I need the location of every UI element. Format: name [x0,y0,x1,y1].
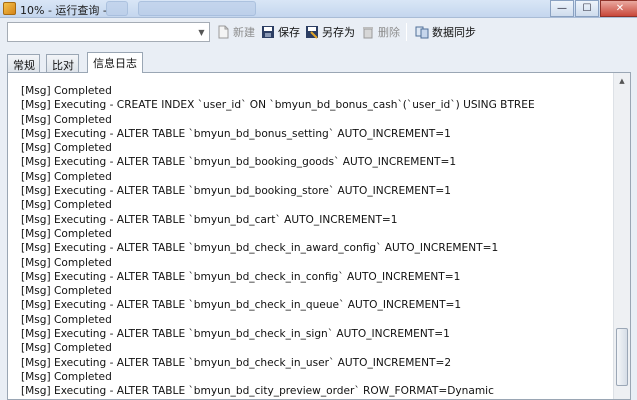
log-line: [Msg] Executing - ALTER TABLE `bmyun_bd_… [21,185,452,198]
save-as-button-label: 另存为 [322,26,355,39]
log-line: [Msg] Completed [21,256,112,269]
log-line: [Msg] Completed [21,370,112,383]
delete-button[interactable]: 删除 [361,23,400,41]
log-line: [Msg] Completed [21,170,112,183]
log-line: [Msg] Completed [21,285,112,298]
log-line: [Msg] Completed [21,199,112,212]
tab-info-log[interactable]: 信息日志 [87,52,143,73]
scroll-up-icon[interactable]: ▲ [614,73,630,89]
chevron-down-icon[interactable]: ▼ [194,23,209,41]
minimize-button[interactable]: — [550,0,574,17]
save-button[interactable]: 保存 [261,23,300,41]
save-button-label: 保存 [278,26,300,39]
maximize-icon: ☐ [582,2,592,14]
tab-compare[interactable]: 比对 [46,54,79,72]
log-line: [Msg] Executing - ALTER TABLE `bmyun_bd_… [21,213,398,226]
data-sync-icon [415,25,429,39]
log-line: [Msg] Executing - ALTER TABLE `bmyun_bd_… [21,299,462,312]
new-file-icon [216,25,230,39]
close-icon: ✕ [615,2,625,14]
save-icon [261,25,275,39]
query-select-combo[interactable]: ▼ [7,22,210,42]
info-log-panel: [Msg] Completed [Msg] Executing - CREATE … [7,72,631,400]
log-line: [Msg] Executing - ALTER TABLE `bmyun_bd_… [21,242,499,255]
title-bar: 10% - 运行查询 - — ☐ ✕ [0,0,637,18]
delete-icon [361,25,375,39]
close-button[interactable]: ✕ [600,0,637,17]
vertical-scrollbar[interactable]: ▲ [613,73,630,399]
maximize-button[interactable]: ☐ [575,0,599,17]
log-line: [Msg] Completed [21,313,112,326]
log-line: [Msg] Completed [21,227,112,240]
log-line: [Msg] Executing - ALTER TABLE `bmyun_bd_… [21,270,461,283]
app-icon [3,2,16,15]
log-line: [Msg] Completed [21,142,112,155]
log-line: [Msg] Completed [21,85,112,97]
save-as-button[interactable]: 另存为 [305,23,355,41]
log-line: [Msg] Executing - ALTER TABLE `bmyun_bd_… [21,127,451,140]
window-title: 10% - 运行查询 - [20,4,107,17]
log-line: [Msg] Completed [21,113,112,126]
blurred-title-tab [138,1,256,16]
log-line: [Msg] Executing - ALTER TABLE `bmyun_bd_… [21,356,452,369]
save-as-icon [305,25,319,39]
scrollbar-thumb[interactable] [616,328,628,387]
log-line: [Msg] Executing - CREATE INDEX `user_id`… [21,99,535,112]
tab-general[interactable]: 常规 [7,54,40,72]
delete-button-label: 删除 [378,26,400,39]
log-line: [Msg] Completed [21,342,112,355]
log-line: [Msg] Executing - ALTER TABLE `bmyun_bd_… [21,385,494,398]
blurred-title-tab [106,1,128,16]
toolbar: ▼ 新建 保存 另存为 删除 数据同步 [0,18,637,46]
new-button[interactable]: 新建 [216,23,255,41]
log-line: [Msg] Executing - ALTER TABLE `bmyun_bd_… [21,156,457,169]
log-line: [Msg] Executing - ALTER TABLE `bmyun_bd_… [21,328,450,341]
data-sync-button[interactable]: 数据同步 [415,23,476,41]
new-button-label: 新建 [233,26,255,39]
minimize-icon: — [557,2,567,14]
data-sync-button-label: 数据同步 [432,26,476,39]
toolbar-divider [406,23,407,41]
log-output: [Msg] Completed [Msg] Executing - CREATE … [21,84,606,399]
